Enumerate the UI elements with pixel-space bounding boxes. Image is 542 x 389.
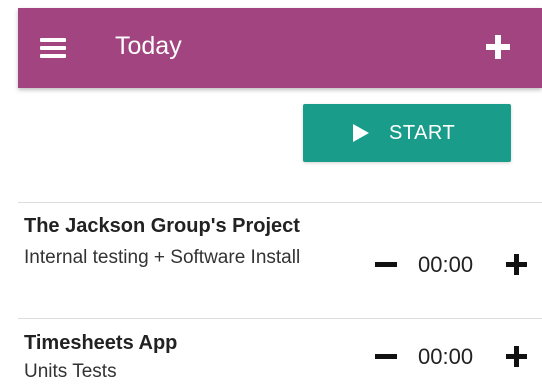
timesheet-entry[interactable]: Timesheets App Units Tests 00:00 (18, 318, 542, 386)
plus-icon[interactable] (506, 346, 528, 368)
play-icon (353, 124, 369, 142)
start-button-label: START (389, 122, 456, 144)
app-frame: Today START The Jackson Group's Project … (18, 8, 542, 386)
task-name: Internal testing + Software Install (24, 247, 301, 268)
project-name: Timesheets App (24, 332, 178, 354)
minus-icon[interactable] (375, 253, 399, 277)
app-bar: Today (18, 8, 542, 88)
entry-time[interactable]: 00:00 (418, 251, 473, 279)
timesheet-entry[interactable]: The Jackson Group's Project Internal tes… (18, 202, 542, 318)
add-icon[interactable] (486, 35, 510, 59)
task-name: Units Tests (24, 361, 117, 382)
menu-icon[interactable] (40, 38, 66, 58)
entry-time[interactable]: 00:00 (418, 343, 473, 371)
minus-icon[interactable] (375, 345, 399, 369)
page-title: Today (115, 32, 182, 60)
start-button[interactable]: START (303, 104, 511, 162)
plus-icon[interactable] (506, 254, 528, 276)
project-name: The Jackson Group's Project (24, 215, 300, 237)
